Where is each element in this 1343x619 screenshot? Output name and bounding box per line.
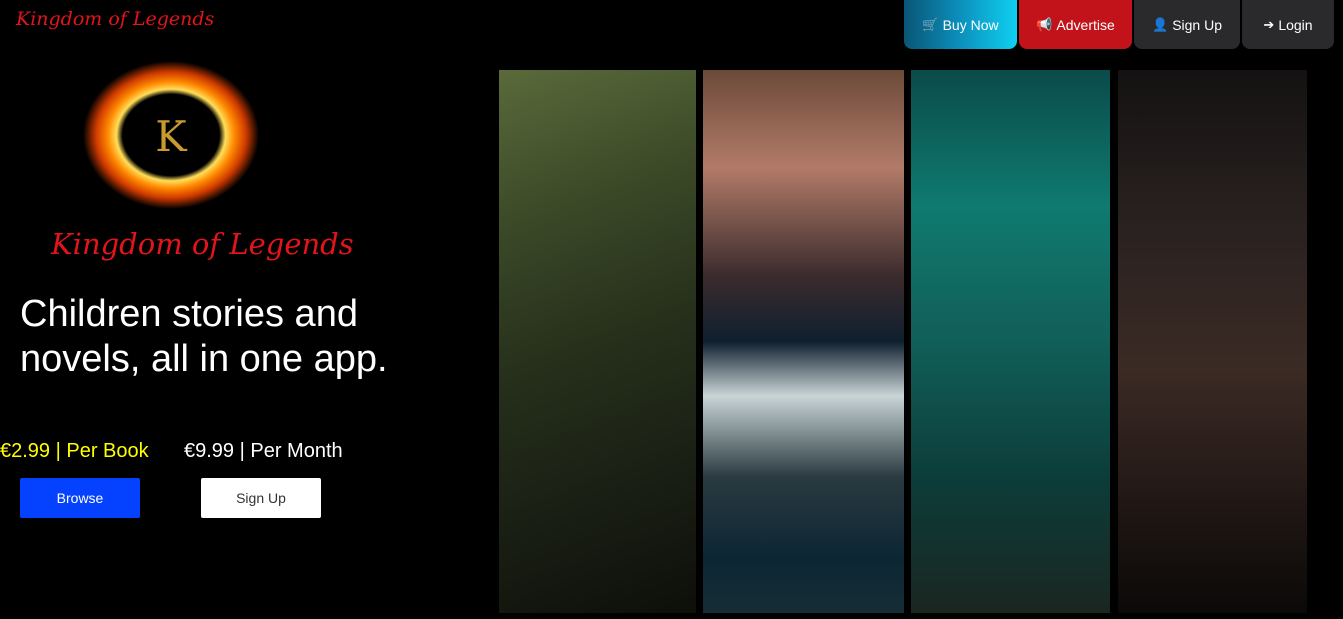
megaphone-icon: 📢 <box>1036 16 1053 32</box>
login-button[interactable]: ➔ Login <box>1242 0 1334 49</box>
story-image-underwater[interactable] <box>911 70 1110 613</box>
logo-text: Kingdom of Legends <box>51 227 354 261</box>
advertise-button[interactable]: 📢 Advertise <box>1019 0 1132 49</box>
headline-line1: Children stories and <box>20 293 358 335</box>
story-image-sorceress[interactable] <box>1118 70 1307 613</box>
advertise-label: Advertise <box>1056 16 1115 33</box>
hero-headline: Children stories and novels, all in one … <box>20 292 460 382</box>
browse-button[interactable]: Browse <box>20 478 140 518</box>
hero-sign-up-button[interactable]: Sign Up <box>201 478 321 518</box>
top-nav: 🛒 Buy Now 📢 Advertise 👤 Sign Up ➔ Login <box>904 0 1334 49</box>
logo-letter: K <box>155 112 188 161</box>
story-image-warrior[interactable] <box>499 70 696 613</box>
cart-icon: 🛒 <box>922 16 939 32</box>
sign-up-button[interactable]: 👤 Sign Up <box>1134 0 1240 49</box>
story-image-space-corridor[interactable] <box>703 70 904 613</box>
buy-now-label: Buy Now <box>942 16 999 33</box>
login-icon: ➔ <box>1263 16 1275 32</box>
buy-now-button[interactable]: 🛒 Buy Now <box>904 0 1017 49</box>
price-per-month: €9.99 | Per Month <box>184 440 343 462</box>
user-icon: 👤 <box>1152 16 1169 32</box>
sign-up-label: Sign Up <box>1172 16 1222 33</box>
login-label: Login <box>1278 16 1313 33</box>
price-per-book: €2.99 | Per Book <box>0 440 149 462</box>
brand-title[interactable]: Kingdom of Legends <box>16 8 214 30</box>
headline-line2: novels, all in one app. <box>20 338 388 380</box>
fire-ring-logo: K <box>83 61 259 209</box>
